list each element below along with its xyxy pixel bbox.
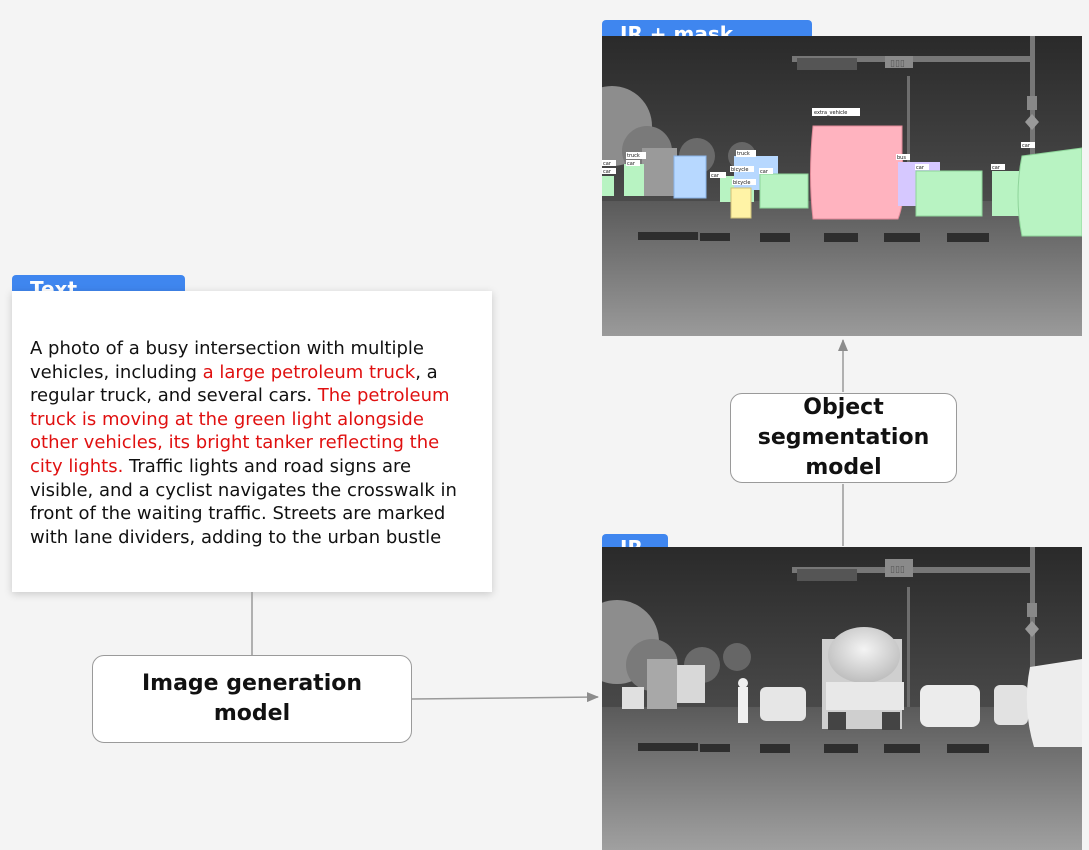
- ir-mask-image: ▯▯▯ extra_vehicle truck car car truck ca…: [602, 36, 1082, 336]
- ir-mask-sign: ▯▯▯: [890, 59, 905, 69]
- mask-label-car-1: car: [627, 161, 636, 167]
- mask-label-bicycle-2: bicycle: [733, 180, 751, 186]
- mask-label-car-4: car: [760, 169, 769, 175]
- mask-label-car-8: car: [603, 161, 612, 167]
- mask-label-car-5: car: [916, 165, 925, 171]
- mask-label-truck-1: truck: [627, 153, 640, 159]
- generation-to-ir-arrow: [411, 692, 599, 703]
- ir-sign: ▯▯▯: [890, 565, 905, 575]
- mask-label-car-3: car: [711, 173, 720, 179]
- generation-line-2: model: [213, 701, 291, 726]
- ir-image: ▯▯▯: [602, 547, 1082, 850]
- mask-label-extra-vehicle: extra_vehicle: [814, 110, 847, 116]
- mask-label-truck-2: truck: [737, 151, 750, 157]
- image-generation-model-box: Image generation model: [92, 655, 412, 743]
- mask-label-bus: bus: [897, 155, 906, 161]
- mask-label-bicycle-1: bicycle: [731, 167, 749, 173]
- segmentation-line-2: segmentation: [757, 425, 930, 450]
- mask-label-car-6: car: [992, 165, 1001, 171]
- generation-line-1: Image generation: [141, 671, 363, 696]
- object-segmentation-model-box: Object segmentation model: [730, 393, 957, 483]
- segmentation-line-3: model: [805, 455, 882, 480]
- mask-label-car-7: car: [1022, 143, 1031, 149]
- segmentation-line-1: Object: [803, 395, 884, 420]
- mask-label-car-2: car: [603, 169, 612, 175]
